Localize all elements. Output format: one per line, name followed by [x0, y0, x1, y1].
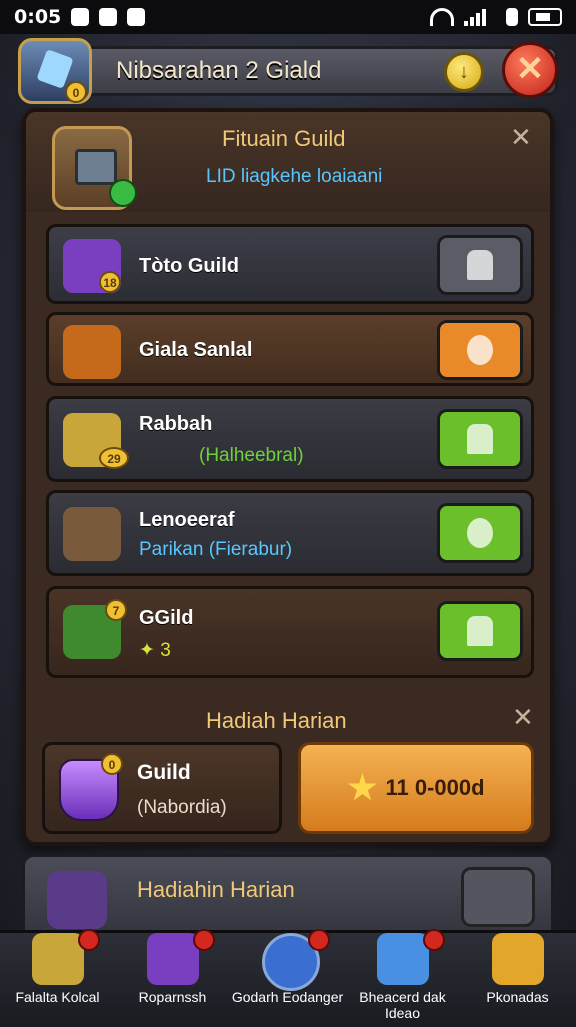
chest-icon	[75, 149, 117, 185]
guild-row[interactable]: Lenoeeraf Parikan (Fierabur)	[46, 490, 534, 576]
nav-item-eodanger[interactable]: Godarh Eodanger	[230, 929, 345, 1027]
upgrade-icon	[467, 424, 493, 454]
shield-leaf-icon	[467, 518, 493, 548]
nav-badge	[423, 929, 445, 951]
peek-title: Hadiahin Harian	[137, 877, 295, 902]
row-sub: Parikan (Fierabur)	[139, 539, 293, 560]
crystal-cube-icon	[377, 933, 429, 985]
star-icon	[348, 773, 377, 801]
nav-label: Roparnssh	[138, 989, 207, 1005]
panel-close-icon[interactable]: ✕	[510, 122, 532, 153]
guild-row[interactable]: 18 Tòto Guild	[46, 224, 534, 304]
panel-header: Fituain Guild LID liagkehe loaiaani ✕	[26, 112, 550, 212]
green-badge-icon	[109, 179, 137, 207]
guild-emblem-icon[interactable]: 0	[18, 38, 92, 104]
potion-icon	[147, 933, 199, 985]
row-name: Lenoeeraf	[139, 509, 235, 531]
signal-icon	[464, 8, 486, 26]
reward-name: Guild	[137, 761, 191, 784]
card-icon	[492, 933, 544, 985]
mystery-box-icon	[47, 871, 107, 929]
panel-subtitle: LID liagkehe loaiaani	[206, 166, 383, 187]
status-time: 0:05	[14, 6, 62, 28]
reward-sub: (Nabordia)	[137, 797, 227, 818]
battery-icon	[528, 8, 562, 26]
row-badge: 18	[99, 271, 121, 293]
row-sub: ✦ 3	[139, 640, 171, 661]
nav-badge	[78, 929, 100, 951]
daily-title: Hadiah Harian	[206, 708, 347, 733]
locked-icon	[467, 250, 493, 280]
daily-close-icon[interactable]: ✕	[512, 702, 534, 733]
nav-item-pkonadas[interactable]: Pkonadas	[460, 933, 575, 1027]
guild-row[interactable]: Giala Sanlal	[46, 312, 534, 386]
wifi-icon	[430, 8, 454, 26]
nav-label: Falalta Kolcal	[15, 989, 100, 1005]
top-header: 0 Nibsarahan 2 Giald ↓ ✕	[18, 38, 558, 104]
nav-item-ideao[interactable]: Bheacerd dak Ideao	[345, 929, 460, 1027]
row-action-button[interactable]	[437, 409, 523, 469]
header-title: Nibsarahan 2 Giald	[116, 57, 322, 84]
guild-row[interactable]: 29 Rabbah (Halheebral)	[46, 396, 534, 482]
row-name: Tòto Guild	[139, 255, 239, 277]
guild-panel: Fituain Guild LID liagkehe loaiaani ✕ 18…	[22, 108, 554, 846]
emblem-badge: 0	[65, 81, 87, 103]
notification-icon	[71, 8, 90, 26]
reward-card: 0 Guild (Nabordia)	[42, 742, 282, 834]
ring-icon	[467, 335, 493, 365]
reward-badge: 0	[101, 753, 123, 775]
claim-button[interactable]: 11 0-000d	[298, 742, 534, 834]
row-badge: 7	[105, 599, 127, 621]
app-notification-icon	[99, 8, 118, 26]
bottom-nav: Falalta Kolcal Roparnssh Godarh Eodanger…	[0, 929, 576, 1027]
crossed-weapons-icon	[63, 507, 121, 561]
row-badge: 29	[99, 447, 129, 469]
row-name: Rabbah	[139, 413, 213, 435]
nav-badge	[193, 929, 215, 951]
nav-label: Pkonadas	[486, 989, 549, 1005]
sim-icon	[506, 8, 518, 26]
claim-label: 11 0-000d	[385, 775, 485, 800]
nav-label: Godarh Eodanger	[231, 989, 344, 1005]
row-action-button[interactable]	[437, 235, 523, 295]
guild-chest-icon	[52, 126, 137, 210]
nav-badge	[308, 929, 330, 951]
nav-item-roparnssh[interactable]: Roparnssh	[115, 929, 230, 1027]
scroll-icon	[32, 933, 84, 985]
close-button[interactable]: ✕	[502, 42, 558, 98]
nav-item-kolcal[interactable]: Falalta Kolcal	[0, 929, 115, 1027]
panel-title: Fituain Guild	[222, 126, 346, 151]
next-card-preview: Hadiahin Harian	[22, 854, 554, 934]
row-name: Giala Sanlal	[139, 339, 253, 361]
row-action-button[interactable]	[437, 601, 523, 661]
row-action-button[interactable]	[437, 320, 523, 380]
status-bar: 0:05	[0, 0, 576, 34]
nav-label: Bheacerd dak Ideao	[359, 989, 446, 1021]
app-notification-icon	[127, 8, 146, 26]
row-name: GGild	[139, 607, 194, 629]
row-sub: (Halheebral)	[199, 445, 304, 466]
peek-action-button[interactable]	[461, 867, 535, 927]
coin-bag-icon	[63, 325, 121, 379]
guild-row[interactable]: 7 GGild ✦ 3	[46, 586, 534, 678]
upgrade-icon	[467, 616, 493, 646]
row-action-button[interactable]	[437, 503, 523, 563]
info-button[interactable]: ↓	[444, 52, 484, 92]
